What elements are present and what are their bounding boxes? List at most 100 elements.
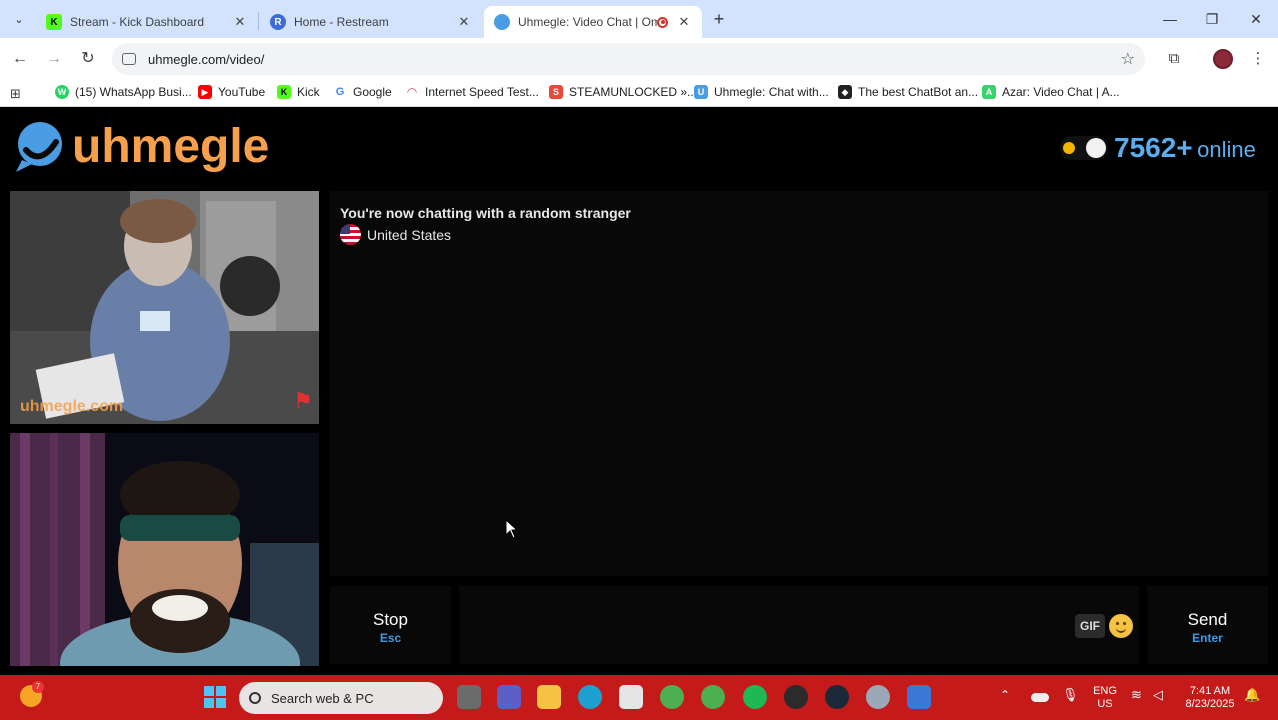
store-icon[interactable] <box>619 685 643 709</box>
country-name: United States <box>367 226 452 243</box>
bookmark-speed-test[interactable]: ◠ Internet Speed Test... <box>405 85 539 99</box>
apps-grid-icon[interactable]: ⊞ <box>10 86 21 102</box>
obs-icon[interactable] <box>784 685 808 709</box>
address-bar[interactable]: uhmegle.com/video/ ☆ <box>112 43 1145 75</box>
edge-icon[interactable] <box>578 685 602 709</box>
bookmark-whatsapp[interactable]: W (15) WhatsApp Busi... <box>55 85 192 99</box>
gif-button[interactable]: GIF <box>1075 614 1105 638</box>
logo-text: uhmegle <box>72 120 270 173</box>
tab-search-chevron-icon[interactable]: ⌄ <box>8 8 30 30</box>
bookmark-label: STEAMUNLOCKED »... <box>569 85 698 99</box>
keyboard-region: US <box>1097 698 1113 710</box>
tab-separator <box>258 12 259 30</box>
language-code: ENG <box>1093 685 1117 697</box>
site-logo[interactable]: uhmegle <box>12 120 269 174</box>
chat-log: You're now chatting with a random strang… <box>330 191 1269 576</box>
online-count: 7562+ <box>1114 132 1193 163</box>
report-flag-icon[interactable]: ⚑ <box>293 388 313 414</box>
stop-button-label: Stop <box>373 610 408 629</box>
wifi-icon[interactable]: ≋ <box>1131 688 1142 701</box>
bookmark-label: (15) WhatsApp Busi... <box>75 85 192 99</box>
bookmark-label: YouTube <box>218 85 266 99</box>
menu-dots-icon[interactable]: ⋮ <box>1246 47 1270 71</box>
notification-badge: 7 <box>32 681 44 693</box>
tab-close-icon[interactable]: ✕ <box>456 14 472 30</box>
stop-shortcut-label: Esc <box>379 631 402 645</box>
new-tab-plus-icon[interactable]: + <box>708 8 730 30</box>
clock-date: 8/23/2025 <box>1185 698 1235 710</box>
tab-close-icon[interactable]: ✕ <box>232 14 248 30</box>
stop-button[interactable]: Stop Esc <box>330 586 451 664</box>
settings-gear-icon[interactable] <box>866 685 890 709</box>
notification-bell-icon[interactable]: 🔔 <box>1244 688 1260 701</box>
bookmark-label: Uhmegle: Chat with... <box>714 85 829 99</box>
toggle-knob <box>1086 138 1106 158</box>
site-info-icon[interactable] <box>122 53 136 65</box>
forward-arrow-icon[interactable]: → <box>42 47 66 71</box>
reload-icon[interactable]: ↻ <box>76 47 100 71</box>
teams-icon[interactable] <box>497 685 521 709</box>
tab-uhmegle-active[interactable]: Uhmegle: Video Chat | Ome ✕ <box>484 6 702 38</box>
windows-taskbar: 7 Search web & PC ⌃ 🎙 ENG US ≋ ◁ 7:41 AM <box>0 675 1278 720</box>
bookmark-steamunlocked[interactable]: S STEAMUNLOCKED »... <box>549 85 697 99</box>
bookmark-label: Kick <box>297 85 320 99</box>
language-indicator[interactable]: ENG US <box>1090 685 1120 711</box>
tab-kick-dashboard[interactable]: K Stream - Kick Dashboard ✕ <box>36 6 258 38</box>
message-input[interactable]: GIF <box>459 586 1139 664</box>
clock-time: 7:41 AM <box>1189 685 1231 697</box>
steamunlocked-icon: S <box>549 85 563 99</box>
restore-icon[interactable]: ❐ <box>1197 8 1227 30</box>
bookmark-youtube[interactable]: ▶ YouTube <box>198 85 265 99</box>
bookmark-kick[interactable]: K Kick <box>277 85 320 99</box>
profile-avatar[interactable] <box>1213 49 1233 69</box>
azar-icon: A <box>982 85 996 99</box>
chrome-profile-icon[interactable] <box>701 685 725 709</box>
tab-close-icon[interactable]: ✕ <box>676 14 692 30</box>
close-window-icon[interactable]: ✕ <box>1241 8 1271 30</box>
uhmegle-page: uhmegle 7562+ online uhmegle.com ⚑ You'r… <box>0 112 1278 675</box>
tab-title: Stream - Kick Dashboard <box>70 15 205 29</box>
onedrive-icon[interactable] <box>1031 693 1049 702</box>
bookmark-star-icon[interactable]: ☆ <box>1121 49 1135 69</box>
bookmark-label: The best ChatBot an... <box>858 85 979 99</box>
microphone-icon[interactable]: 🎙 <box>1062 688 1079 701</box>
tab-strip: ⌄ K Stream - Kick Dashboard ✕ R Home - R… <box>0 0 1278 38</box>
speed-gauge-icon: ◠ <box>405 85 419 99</box>
taskbar-search-placeholder: Search web & PC <box>271 690 374 706</box>
taskbar-search[interactable]: Search web & PC <box>239 682 443 714</box>
bookmark-azar[interactable]: A Azar: Video Chat | A... <box>982 85 1120 99</box>
search-icon <box>249 692 261 704</box>
stranger-video-frame <box>10 191 319 424</box>
send-button[interactable]: Send Enter <box>1147 586 1268 664</box>
bookmark-label: Internet Speed Test... <box>425 85 539 99</box>
tray-chevron-icon[interactable]: ⌃ <box>1000 689 1010 702</box>
self-video <box>10 433 319 666</box>
extensions-puzzle-icon[interactable]: ⧉ <box>1162 47 1186 71</box>
uhmegle-logo-icon <box>12 120 68 174</box>
tab-title: Uhmegle: Video Chat | Ome <box>518 15 657 29</box>
browser-toolbar: ← → ↻ uhmegle.com/video/ ☆ ⧉ ⋮ <box>0 38 1278 80</box>
tab-restream[interactable]: R Home - Restream ✕ <box>260 6 482 38</box>
file-explorer-icon[interactable] <box>537 685 561 709</box>
uhmegle-watermark: uhmegle.com <box>20 398 124 415</box>
bookmark-chatbot[interactable]: ◆ The best ChatBot an... <box>838 85 978 99</box>
remote-desktop-icon[interactable] <box>907 685 931 709</box>
emoji-smiley-icon[interactable] <box>1109 614 1133 638</box>
bookmark-uhmegle[interactable]: U Uhmegle: Chat with... <box>694 85 829 99</box>
bookmark-google[interactable]: G Google <box>333 85 392 99</box>
send-button-label: Send <box>1187 610 1228 629</box>
chrome-icon[interactable] <box>660 685 684 709</box>
kick-favicon-icon: K <box>46 14 62 30</box>
minimize-icon[interactable]: — <box>1155 8 1185 30</box>
back-arrow-icon[interactable]: ← <box>8 47 32 71</box>
steam-icon[interactable] <box>825 685 849 709</box>
spotify-icon[interactable] <box>743 685 767 709</box>
windows-start-icon[interactable] <box>204 686 226 708</box>
online-label: online <box>1197 137 1256 162</box>
task-view-icon[interactable] <box>457 685 481 709</box>
send-shortcut-label: Enter <box>1192 631 1223 645</box>
theme-toggle[interactable] <box>1060 136 1108 160</box>
speaker-icon[interactable]: ◁ <box>1153 688 1163 701</box>
stranger-video: uhmegle.com ⚑ <box>10 191 319 424</box>
clock[interactable]: 7:41 AM 8/23/2025 <box>1180 685 1240 711</box>
